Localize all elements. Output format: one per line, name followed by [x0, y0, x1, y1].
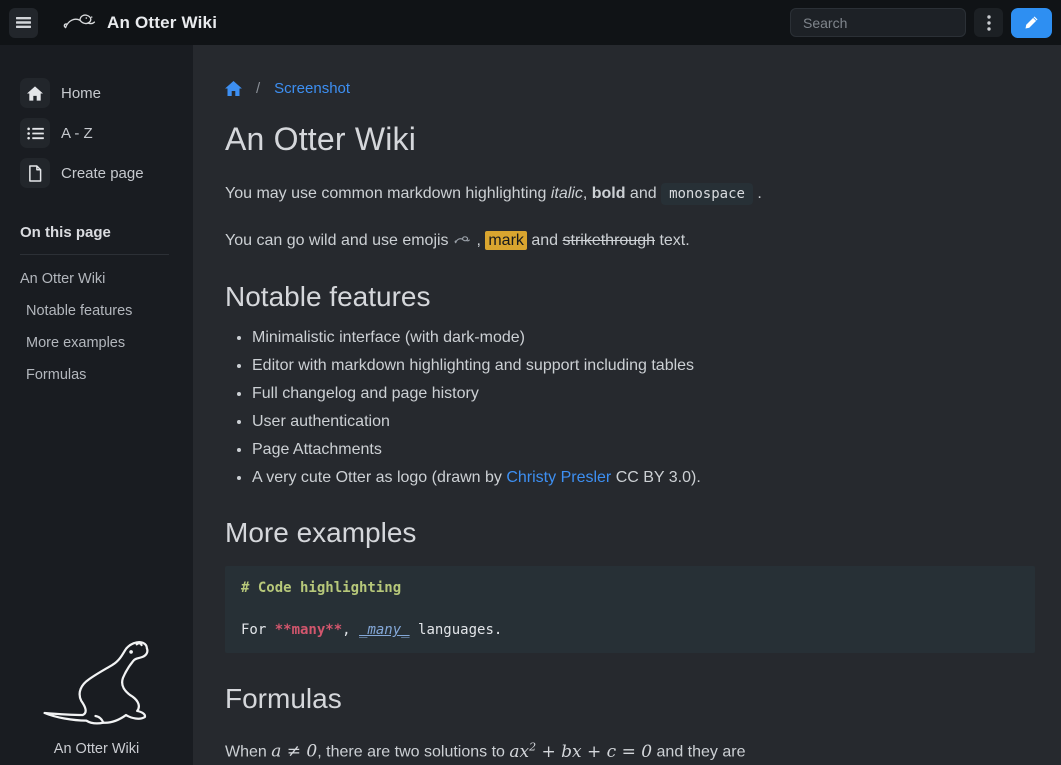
strikethrough-sample: strikethrough [563, 232, 656, 249]
page-content: / Screenshot An Otter Wiki You may use c… [193, 45, 1061, 765]
list-item: User authentication [252, 413, 1035, 431]
breadcrumb-current-link[interactable]: Screenshot [274, 80, 350, 97]
code-line: For **many**, _many_ languages. [241, 620, 1019, 641]
text-run: A very cute Otter as logo (drawn by [252, 469, 506, 486]
hamburger-icon [16, 16, 31, 29]
main-row: Home A - Z [0, 45, 1061, 765]
on-this-page-title: On this page [20, 224, 169, 255]
more-menu-button[interactable] [974, 8, 1003, 37]
toc-link-more-examples[interactable]: More examples [20, 335, 169, 351]
toc-link-notable-features[interactable]: Notable features [20, 303, 169, 319]
text-run: When [225, 744, 271, 761]
code-blank-line [241, 599, 1019, 620]
sidebar-item-label: A - Z [61, 125, 93, 142]
breadcrumb-home-icon [225, 81, 242, 96]
text-run: , [472, 232, 485, 249]
sidebar-item-a-z[interactable]: A - Z [20, 118, 193, 148]
formulas-paragraph: When a ≠ 0, there are two solutions to a… [225, 740, 1035, 764]
breadcrumb-separator: / [256, 80, 260, 97]
sidebar-item-label: Create page [61, 165, 144, 182]
code-token: languages. [410, 622, 503, 638]
toc-link-formulas[interactable]: Formulas [20, 367, 169, 383]
edit-page-button[interactable] [1011, 8, 1052, 38]
navbar: An Otter Wiki [0, 0, 1061, 45]
sidebar-footer: An Otter Wiki [0, 640, 193, 757]
text-run: and [625, 185, 661, 202]
text-run: and they are [652, 744, 745, 761]
section-title-formulas: Formulas [225, 683, 1035, 715]
menu-button[interactable] [9, 8, 38, 38]
mark-sample: mark [485, 231, 527, 250]
code-block: # Code highlighting For **many**, _many_… [225, 566, 1035, 653]
list-icon [20, 118, 50, 148]
text-run: , [583, 185, 592, 202]
pencil-icon [1024, 15, 1039, 30]
sidebar-item-create-page[interactable]: Create page [20, 158, 193, 188]
section-title-more-examples: More examples [225, 517, 1035, 549]
otter-wiki-app: An Otter Wiki [0, 0, 1061, 765]
search-input[interactable] [790, 8, 966, 37]
home-icon [20, 78, 50, 108]
page-title: An Otter Wiki [225, 121, 1035, 158]
inline-math: a ≠ 0 [271, 742, 317, 762]
app-title: An Otter Wiki [107, 13, 217, 33]
text-run: CC BY 3.0). [611, 469, 701, 486]
otter-drawing [40, 640, 154, 730]
list-item: Page Attachments [252, 441, 1035, 459]
sidebar-item-home[interactable]: Home [20, 78, 193, 108]
sidebar-item-label: Home [61, 85, 101, 102]
text-run: text. [655, 232, 690, 249]
navbar-actions [790, 8, 1052, 38]
sidebar-footer-label: An Otter Wiki [0, 741, 193, 757]
inline-math: ax2 + bx + c = 0 [509, 742, 652, 762]
brand-link[interactable]: An Otter Wiki [62, 11, 217, 35]
text-run: , there are two solutions to [317, 744, 509, 761]
intro-paragraph-2: You can go wild and use emojis , mark an… [225, 230, 1035, 252]
breadcrumb: / Screenshot [225, 80, 1035, 97]
text-run: . [753, 185, 762, 202]
list-item: Minimalistic interface (with dark-mode) [252, 329, 1035, 347]
list-item: Editor with markdown highlighting and su… [252, 357, 1035, 375]
list-item: A very cute Otter as logo (drawn by Chri… [252, 469, 1035, 487]
code-line: # Code highlighting [241, 578, 1019, 599]
on-this-page-panel: On this page An Otter Wiki Notable featu… [20, 224, 169, 383]
text-run: You can go wild and use emojis [225, 232, 453, 249]
code-italic-token: _many_ [359, 622, 410, 638]
new-page-icon [20, 158, 50, 188]
section-title-notable-features: Notable features [225, 281, 1035, 313]
text-run: and [527, 232, 563, 249]
code-heading-token: # Code highlighting [241, 580, 401, 596]
features-list: Minimalistic interface (with dark-mode) … [225, 329, 1035, 487]
italic-sample: italic [551, 185, 583, 202]
text-run: You may use common markdown highlighting [225, 185, 551, 202]
toc-link-an-otter-wiki[interactable]: An Otter Wiki [20, 271, 169, 287]
kebab-menu-icon [987, 15, 991, 31]
otter-logo-icon [62, 11, 98, 35]
otter-emoji-icon [454, 234, 471, 247]
code-token: For [241, 622, 275, 638]
monospace-sample: monospace [661, 183, 753, 205]
breadcrumb-home-link[interactable] [225, 81, 242, 96]
sidebar: Home A - Z [0, 45, 193, 765]
list-item: Full changelog and page history [252, 385, 1035, 403]
bold-sample: bold [592, 185, 626, 202]
code-token: , [342, 622, 359, 638]
intro-paragraph-1: You may use common markdown highlighting… [225, 183, 1035, 205]
christy-presler-link[interactable]: Christy Presler [506, 469, 611, 486]
code-bold-token: **many** [275, 622, 342, 638]
